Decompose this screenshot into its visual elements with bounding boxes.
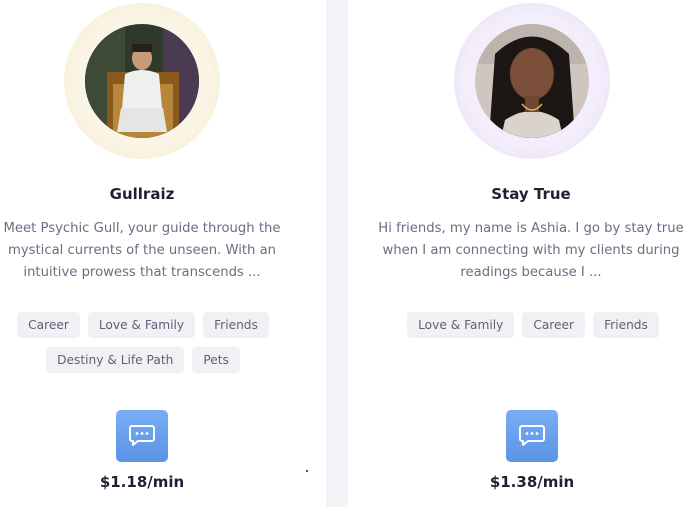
avatar[interactable] xyxy=(475,24,589,138)
advisor-name[interactable]: Gullraiz xyxy=(0,185,284,203)
tag-friends[interactable]: Friends xyxy=(203,312,269,338)
advisor-bio: Meet Psychic Gull, your guide through th… xyxy=(3,221,281,280)
specialty-tags: Career Love & Family Friends Destiny & L… xyxy=(12,312,274,373)
advisor-card[interactable]: Stay True Hi friends, my name is Ashia. … xyxy=(348,0,689,507)
advisor-name[interactable]: Stay True xyxy=(348,185,689,203)
cursor-dot xyxy=(306,470,308,472)
card-divider xyxy=(326,0,348,507)
avatar[interactable] xyxy=(85,24,199,138)
chat-button[interactable] xyxy=(116,410,168,462)
tag-career[interactable]: Career xyxy=(17,312,80,338)
tag-love-family[interactable]: Love & Family xyxy=(407,312,515,338)
advisor-card[interactable]: Gullraiz Meet Psychic Gull, your guide t… xyxy=(0,0,326,507)
avatar-photo xyxy=(85,24,199,138)
advisor-bio: Hi friends, my name is Ashia. I go by st… xyxy=(378,221,684,280)
tag-pets[interactable]: Pets xyxy=(192,347,240,373)
specialty-tags: Love & Family Career Friends xyxy=(388,312,678,338)
price-per-minute: $1.38/min xyxy=(489,473,575,491)
avatar-ring xyxy=(454,3,610,159)
chat-bubble-icon xyxy=(129,425,155,446)
avatar-photo xyxy=(475,24,589,138)
avatar-ring xyxy=(64,3,220,159)
chat-bubble-icon xyxy=(519,425,545,446)
tag-destiny-life-path[interactable]: Destiny & Life Path xyxy=(46,347,185,373)
tag-love-family[interactable]: Love & Family xyxy=(87,312,196,338)
tag-friends[interactable]: Friends xyxy=(593,312,659,338)
tag-career[interactable]: Career xyxy=(522,312,586,338)
chat-button[interactable] xyxy=(506,410,558,462)
price-per-minute: $1.18/min xyxy=(99,473,185,491)
advisor-grid: Gullraiz Meet Psychic Gull, your guide t… xyxy=(0,0,689,507)
